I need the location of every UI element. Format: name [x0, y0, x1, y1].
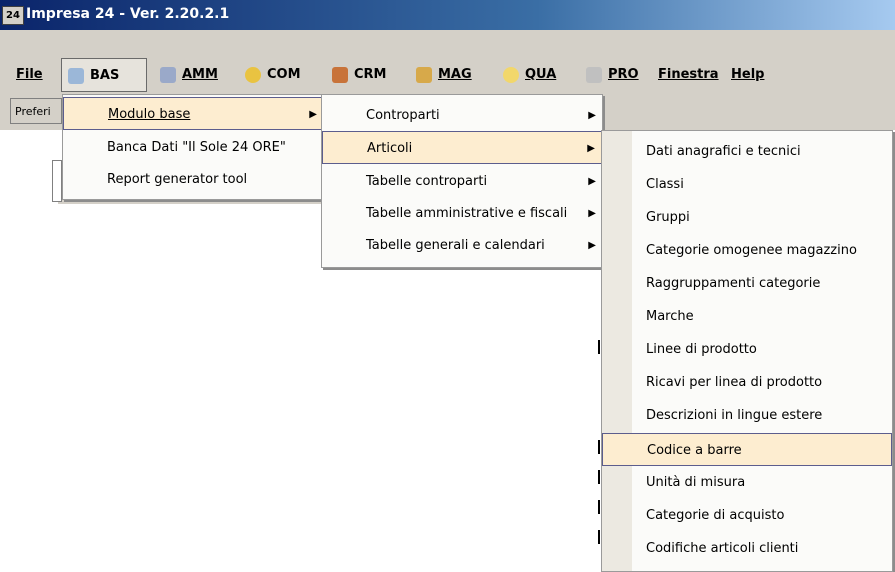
- menu-item-classi[interactable]: Classi: [602, 168, 892, 201]
- menu-item-label: Codifiche articoli clienti: [646, 541, 799, 556]
- bas-icon: [68, 67, 84, 84]
- submenu-arrow-icon: ▶: [588, 110, 596, 121]
- menu-item-marche[interactable]: Marche: [602, 300, 892, 333]
- submenu-arrow-icon: ▶: [588, 240, 596, 251]
- menu-item-articoli[interactable]: Articoli ▶: [322, 131, 602, 164]
- window-frame-band: [0, 30, 895, 58]
- menu-item-raggruppamenti[interactable]: Raggruppamenti categorie: [602, 267, 892, 300]
- menu-item-label: Dati anagrafici e tecnici: [646, 144, 801, 159]
- menu-item-label: Articoli: [367, 141, 413, 156]
- menu-item-label: Banca Dati "Il Sole 24 ORE": [107, 140, 286, 155]
- menu-pro[interactable]: PRO: [586, 58, 639, 92]
- menu-crm-label: CRM: [354, 67, 387, 82]
- menu-item-label: Descrizioni in lingue estere: [646, 408, 823, 423]
- menu-bas-label: BAS: [90, 68, 120, 83]
- background-control: [52, 160, 62, 202]
- menu-item-label: Tabelle controparti: [366, 174, 488, 189]
- crm-icon: [332, 66, 348, 83]
- menu-item-label: Ricavi per linea di prodotto: [646, 375, 823, 390]
- menu-item-modulo-base[interactable]: Modulo base ▶: [63, 97, 324, 130]
- background-divider: [598, 470, 600, 484]
- menu-help[interactable]: Help: [731, 58, 764, 92]
- menu-item-label: Raggruppamenti categorie: [646, 276, 821, 291]
- menu-bar: File BAS AMM COM CRM MAG QUA PRO Finestr…: [0, 58, 895, 95]
- menu-finestra[interactable]: Finestra: [658, 58, 719, 92]
- menu-item-label: Categorie omogenee magazzino: [646, 243, 857, 258]
- menu-item-label: Tabelle generali e calendari: [366, 238, 545, 253]
- menu-mag[interactable]: MAG: [416, 58, 472, 92]
- menu-item-codice-barre[interactable]: Codice a barre: [602, 433, 892, 466]
- menu-finestra-label: Finestra: [658, 67, 719, 82]
- menu-item-ricavi-linea[interactable]: Ricavi per linea di prodotto: [602, 366, 892, 399]
- qua-icon: [503, 66, 519, 83]
- background-divider: [598, 340, 600, 354]
- menu-amm[interactable]: AMM: [160, 58, 218, 92]
- menu-bas[interactable]: BAS: [61, 58, 147, 92]
- menu-item-tabelle-amministrative[interactable]: Tabelle amministrative e fiscali ▶: [322, 197, 602, 230]
- window-title: Impresa 24 - Ver. 2.20.2.1: [26, 6, 230, 22]
- menu-item-tabelle-generali[interactable]: Tabelle generali e calendari ▶: [322, 229, 602, 262]
- app-icon: 24: [2, 6, 24, 25]
- menu-item-label: Codice a barre: [647, 443, 742, 458]
- menu-item-report-generator[interactable]: Report generator tool: [63, 163, 324, 196]
- menu-item-label: Linee di prodotto: [646, 342, 757, 357]
- menu-item-linee-prodotto[interactable]: Linee di prodotto: [602, 333, 892, 366]
- submenu-arrow-icon: ▶: [588, 208, 596, 219]
- bas-dropdown-menu: Modulo base ▶ Banca Dati "Il Sole 24 ORE…: [62, 94, 325, 200]
- menu-com-label: COM: [267, 67, 301, 82]
- menu-item-controparti[interactable]: Controparti ▶: [322, 99, 602, 132]
- menu-item-dati-anagrafici[interactable]: Dati anagrafici e tecnici: [602, 135, 892, 168]
- menu-item-label: Report generator tool: [107, 172, 248, 187]
- menu-file[interactable]: File: [16, 58, 43, 92]
- menu-item-banca-dati[interactable]: Banca Dati "Il Sole 24 ORE": [63, 131, 324, 164]
- menu-item-label: Gruppi: [646, 210, 690, 225]
- menu-help-label: Help: [731, 67, 765, 82]
- menu-com[interactable]: COM: [245, 58, 301, 92]
- menu-item-tabelle-controparti[interactable]: Tabelle controparti ▶: [322, 165, 602, 198]
- mag-icon: [416, 66, 432, 83]
- menu-item-label: Modulo base: [108, 107, 191, 122]
- menu-item-label: Classi: [646, 177, 684, 192]
- com-icon: [245, 66, 261, 83]
- background-divider: [598, 440, 600, 454]
- submenu-arrow-icon: ▶: [587, 143, 595, 154]
- menu-file-label: File: [16, 67, 43, 82]
- submenu-arrow-icon: ▶: [588, 176, 596, 187]
- preferiti-tab[interactable]: Preferi: [10, 98, 62, 124]
- submenu-arrow-icon: ▶: [309, 109, 317, 120]
- title-bar: 24 Impresa 24 - Ver. 2.20.2.1: [0, 0, 895, 30]
- articoli-submenu: Dati anagrafici e tecnici Classi Gruppi …: [601, 130, 893, 572]
- menu-item-label: Categorie di acquisto: [646, 508, 785, 523]
- menu-qua-label: QUA: [525, 67, 557, 82]
- menu-pro-label: PRO: [608, 67, 639, 82]
- menu-item-label: Marche: [646, 309, 694, 324]
- menu-item-label: Tabelle amministrative e fiscali: [366, 206, 568, 221]
- amm-icon: [160, 66, 176, 83]
- menu-item-label: Unità di misura: [646, 475, 746, 490]
- modulo-base-submenu: Controparti ▶ Articoli ▶ Tabelle controp…: [321, 94, 603, 268]
- menu-qua[interactable]: QUA: [503, 58, 556, 92]
- pro-icon: [586, 66, 602, 83]
- menu-item-unita-misura[interactable]: Unità di misura: [602, 466, 892, 499]
- background-divider: [598, 530, 600, 544]
- menu-mag-label: MAG: [438, 67, 472, 82]
- menu-item-descrizioni-lingue[interactable]: Descrizioni in lingue estere: [602, 399, 892, 432]
- menu-item-label: Controparti: [366, 108, 440, 123]
- menu-item-categorie-omogenee[interactable]: Categorie omogenee magazzino: [602, 234, 892, 267]
- menu-item-codifiche-clienti[interactable]: Codifiche articoli clienti: [602, 532, 892, 565]
- background-divider: [598, 500, 600, 514]
- menu-amm-label: AMM: [182, 67, 218, 82]
- menu-item-gruppi[interactable]: Gruppi: [602, 201, 892, 234]
- menu-crm[interactable]: CRM: [332, 58, 387, 92]
- menu-item-categorie-acquisto[interactable]: Categorie di acquisto: [602, 499, 892, 532]
